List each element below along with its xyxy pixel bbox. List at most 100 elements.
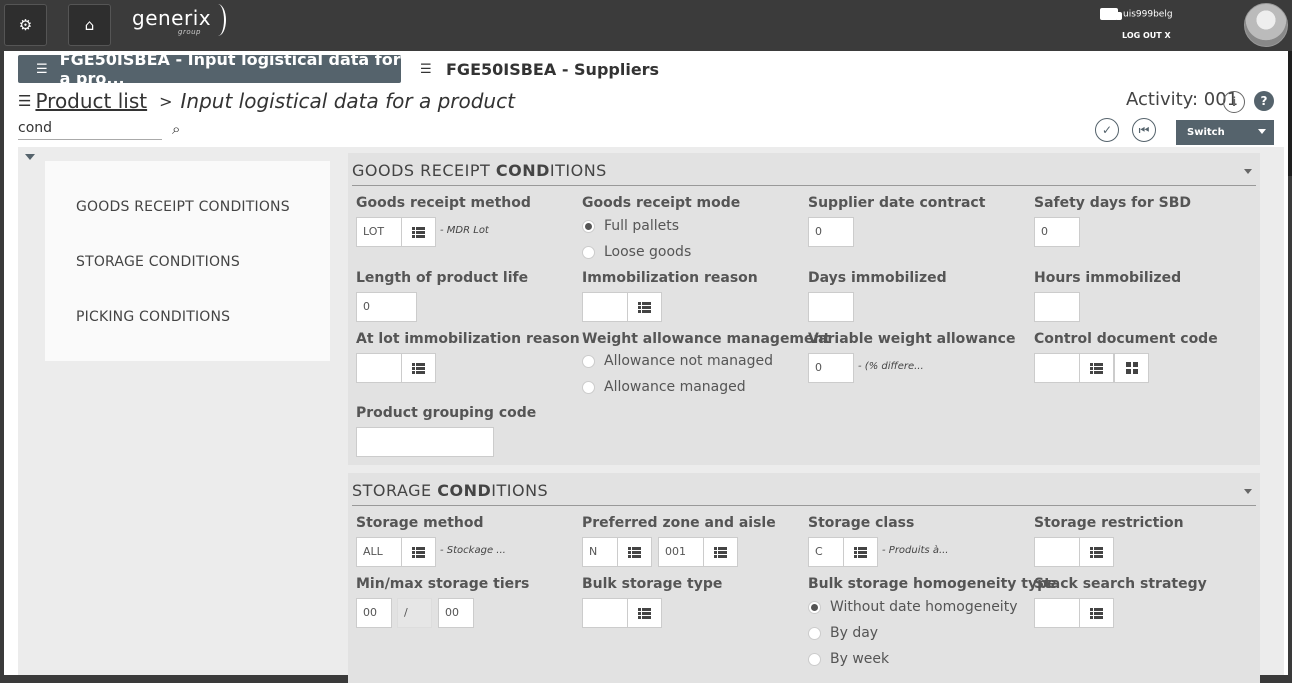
stack-strategy-label: Stack search strategy — [1034, 576, 1207, 592]
radio-allowance-managed[interactable]: Allowance managed — [582, 379, 746, 395]
radio-selected-icon — [582, 219, 595, 233]
product-grouping-label: Product grouping code — [356, 405, 537, 421]
goods-receipt-method-input[interactable]: LOT — [356, 217, 402, 247]
storage-tiers-min-input[interactable]: 00 — [356, 598, 392, 628]
list-icon — [628, 546, 641, 558]
variable-weight-input[interactable]: 0 — [808, 353, 854, 383]
switch-button[interactable]: Switch — [1176, 120, 1274, 145]
grid-icon — [1125, 362, 1138, 374]
supplier-date-label: Supplier date contract — [808, 195, 986, 211]
logo-subtext: group — [178, 28, 201, 36]
radio-selected-icon — [808, 600, 821, 614]
goods-receipt-method-list-button[interactable] — [401, 217, 436, 247]
section-header[interactable]: GOODS RECEIPT CONDITIONS — [352, 161, 1256, 186]
radio-icon — [582, 354, 595, 368]
list-icon — [714, 546, 727, 558]
logo-text: generix — [132, 6, 212, 30]
radio-loose-goods[interactable]: Loose goods — [582, 244, 691, 260]
stack-strategy-input[interactable] — [1034, 598, 1080, 628]
logo-arc — [210, 4, 226, 36]
storage-class-desc: - Produits à... — [882, 545, 949, 556]
nav-storage[interactable]: STORAGE CONDITIONS — [76, 254, 240, 270]
nav-picking[interactable]: PICKING CONDITIONS — [76, 309, 230, 325]
days-immobilized-input[interactable] — [808, 292, 854, 322]
immobilization-reason-list-button[interactable] — [627, 292, 662, 322]
control-document-input[interactable] — [1034, 353, 1080, 383]
search-input[interactable]: cond — [18, 117, 162, 140]
control-document-grid-button[interactable] — [1114, 353, 1149, 383]
lot-immobilization-list-button[interactable] — [401, 353, 436, 383]
settings-button[interactable]: ⚙ — [4, 4, 47, 46]
hours-immobilized-input[interactable] — [1034, 292, 1080, 322]
preferred-aisle-input[interactable]: 001 — [658, 537, 704, 567]
main-panel: ☰ FGE50ISBEA - Input logistical data for… — [4, 50, 1288, 683]
radio-label: Full pallets — [604, 218, 680, 234]
control-document-list-button[interactable] — [1079, 353, 1114, 383]
storage-method-input[interactable]: ALL — [356, 537, 402, 567]
breadcrumb-product-list[interactable]: Product list — [35, 89, 147, 113]
storage-restriction-input[interactable] — [1034, 537, 1080, 567]
tab-label: FGE50ISBEA - Suppliers — [446, 59, 660, 79]
home-icon: ⌂ — [84, 16, 95, 34]
product-grouping-input[interactable] — [356, 427, 494, 457]
tab-input-logistical-data[interactable]: ☰ FGE50ISBEA - Input logistical data for… — [18, 50, 401, 88]
safety-days-input[interactable]: 0 — [1034, 217, 1080, 247]
storage-tiers-separator: / — [397, 598, 432, 628]
radio-by-day[interactable]: By day — [808, 625, 878, 641]
help-icon[interactable]: ? — [1254, 91, 1274, 111]
list-icon — [638, 607, 651, 619]
section-title-part: ITIONS — [549, 161, 607, 180]
radio-icon — [808, 652, 821, 666]
truck-icon — [1100, 8, 1122, 20]
chevron-down-icon[interactable] — [1244, 169, 1252, 174]
validate-button[interactable]: ✓ — [1095, 118, 1119, 142]
storage-restriction-list-button[interactable] — [1079, 537, 1114, 567]
safety-days-label: Safety days for SBD — [1034, 195, 1192, 211]
chevron-down-icon[interactable] — [1244, 489, 1252, 494]
tab-label: FGE50ISBEA - Input logistical data for a… — [59, 50, 401, 88]
preferred-aisle-list-button[interactable] — [703, 537, 738, 567]
gear-icon: ⚙ — [18, 16, 33, 34]
hours-immobilized-label: Hours immobilized — [1034, 270, 1182, 286]
home-button[interactable]: ⌂ — [68, 4, 111, 46]
bulk-storage-type-input[interactable] — [582, 598, 628, 628]
section-header[interactable]: STORAGE CONDITIONS — [352, 481, 1256, 506]
storage-tiers-max-input[interactable]: 00 — [438, 598, 474, 628]
radio-without-date-homogeneity[interactable]: Without date homogeneity — [808, 599, 1017, 615]
check-icon: ✓ — [1101, 123, 1113, 137]
first-record-button[interactable]: ⏮ — [1132, 118, 1156, 142]
lot-immobilization-input[interactable] — [356, 353, 402, 383]
radio-label: By week — [830, 651, 890, 667]
immobilization-reason-label: Immobilization reason — [582, 270, 758, 286]
preferred-zone-input[interactable]: N — [582, 537, 618, 567]
tab-suppliers[interactable]: ☰ FGE50ISBEA - Suppliers — [402, 55, 662, 83]
logout-link[interactable]: LOG OUT X — [1122, 31, 1171, 40]
avatar[interactable] — [1244, 3, 1288, 47]
stack-strategy-list-button[interactable] — [1079, 598, 1114, 628]
breadcrumb-separator: > — [159, 91, 173, 111]
collapse-toggle-icon[interactable] — [25, 154, 35, 160]
goods-receipt-section: GOODS RECEIPT CONDITIONS Goods receipt m… — [348, 153, 1260, 465]
storage-class-list-button[interactable] — [843, 537, 878, 567]
weight-allowance-label: Weight allowance management — [582, 331, 831, 347]
radio-full-pallets[interactable]: Full pallets — [582, 218, 679, 234]
bulk-storage-type-list-button[interactable] — [627, 598, 662, 628]
immobilization-reason-input[interactable] — [582, 292, 628, 322]
preferred-zone-list-button[interactable] — [617, 537, 652, 567]
radio-allowance-not-managed[interactable]: Allowance not managed — [582, 353, 773, 369]
side-strip — [1288, 51, 1292, 176]
storage-class-input[interactable]: C — [808, 537, 844, 567]
nav-goods-receipt[interactable]: GOODS RECEIPT CONDITIONS — [76, 199, 290, 215]
radio-by-week[interactable]: By week — [808, 651, 889, 667]
search-icon[interactable]: ⌕ — [172, 120, 180, 138]
section-title-part: ITIONS — [491, 481, 549, 500]
storage-method-list-button[interactable] — [401, 537, 436, 567]
list-icon — [638, 301, 651, 313]
control-document-label: Control document code — [1034, 331, 1218, 347]
goods-receipt-mode-label: Goods receipt mode — [582, 195, 741, 211]
radio-icon — [582, 380, 595, 394]
preferred-zone-label: Preferred zone and aisle — [582, 515, 776, 531]
product-life-input[interactable]: 0 — [356, 292, 417, 322]
info-icon[interactable]: i — [1223, 91, 1245, 113]
supplier-date-input[interactable]: 0 — [808, 217, 854, 247]
